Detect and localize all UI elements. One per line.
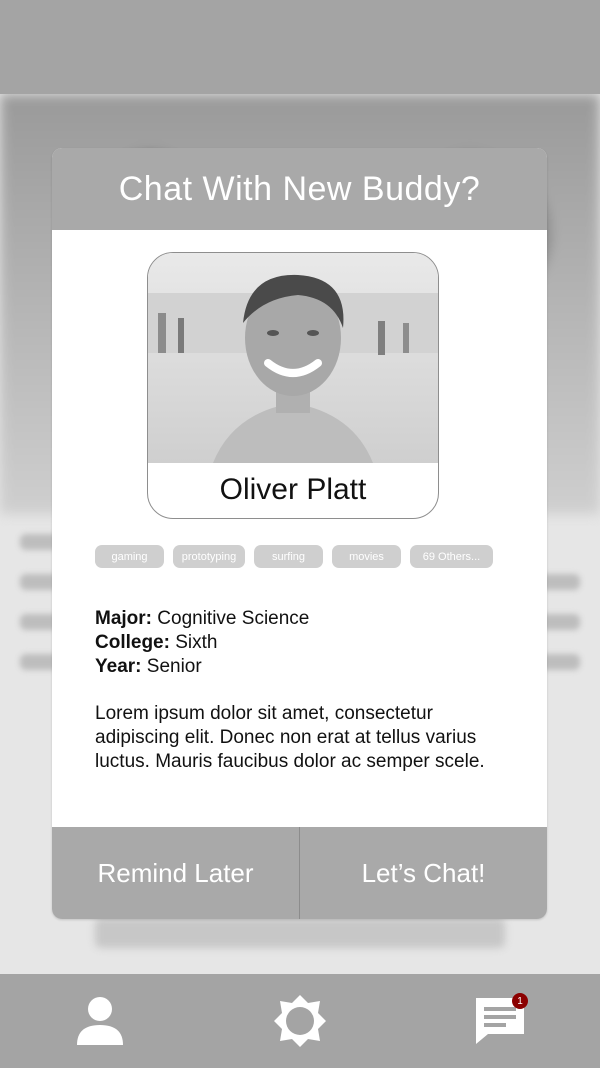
buddy-dialog: Chat With New Buddy? Oliver Platt gaming… bbox=[52, 148, 547, 919]
tag-prototyping[interactable]: prototyping bbox=[173, 545, 245, 568]
year-row: Year: Senior bbox=[95, 655, 515, 679]
year-label: Year: bbox=[95, 656, 142, 677]
bottom-nav: 1 bbox=[0, 974, 600, 1068]
dialog-actions: Remind Later Let’s Chat! bbox=[52, 827, 547, 919]
notification-badge: 1 bbox=[512, 993, 528, 1009]
gear-icon bbox=[274, 995, 326, 1047]
nav-profile-button[interactable] bbox=[60, 981, 140, 1061]
nav-chat-button[interactable]: 1 bbox=[460, 981, 540, 1061]
college-label: College: bbox=[95, 632, 170, 653]
tag-movies[interactable]: movies bbox=[332, 545, 401, 568]
year-value: Senior bbox=[146, 656, 202, 677]
remind-later-button[interactable]: Remind Later bbox=[52, 827, 299, 919]
dialog-title: Chat With New Buddy? bbox=[118, 169, 481, 208]
tag-surfing[interactable]: surfing bbox=[254, 545, 323, 568]
profile-info: Major: Cognitive Science College: Sixth … bbox=[95, 607, 515, 679]
person-icon bbox=[77, 997, 123, 1045]
tag-gaming[interactable]: gaming bbox=[95, 545, 164, 568]
profile-name: Oliver Platt bbox=[219, 473, 367, 506]
nav-settings-button[interactable] bbox=[260, 981, 340, 1061]
tag-others[interactable]: 69 Others... bbox=[410, 545, 493, 568]
background-bar bbox=[95, 918, 505, 948]
interest-tags: gaming prototyping surfing movies 69 Oth… bbox=[95, 545, 493, 568]
major-label: Major: bbox=[95, 608, 152, 629]
major-value: Cognitive Science bbox=[157, 608, 310, 629]
top-bar bbox=[0, 0, 600, 94]
profile-card[interactable]: Oliver Platt bbox=[147, 252, 439, 519]
major-row: Major: Cognitive Science bbox=[95, 607, 515, 631]
dialog-header: Chat With New Buddy? bbox=[52, 148, 547, 230]
college-value: Sixth bbox=[175, 632, 218, 653]
lets-chat-button[interactable]: Let’s Chat! bbox=[299, 827, 547, 919]
profile-photo bbox=[148, 253, 438, 463]
profile-bio: Lorem ipsum dolor sit amet, consectetur … bbox=[95, 703, 485, 772]
college-row: College: Sixth bbox=[95, 631, 515, 655]
